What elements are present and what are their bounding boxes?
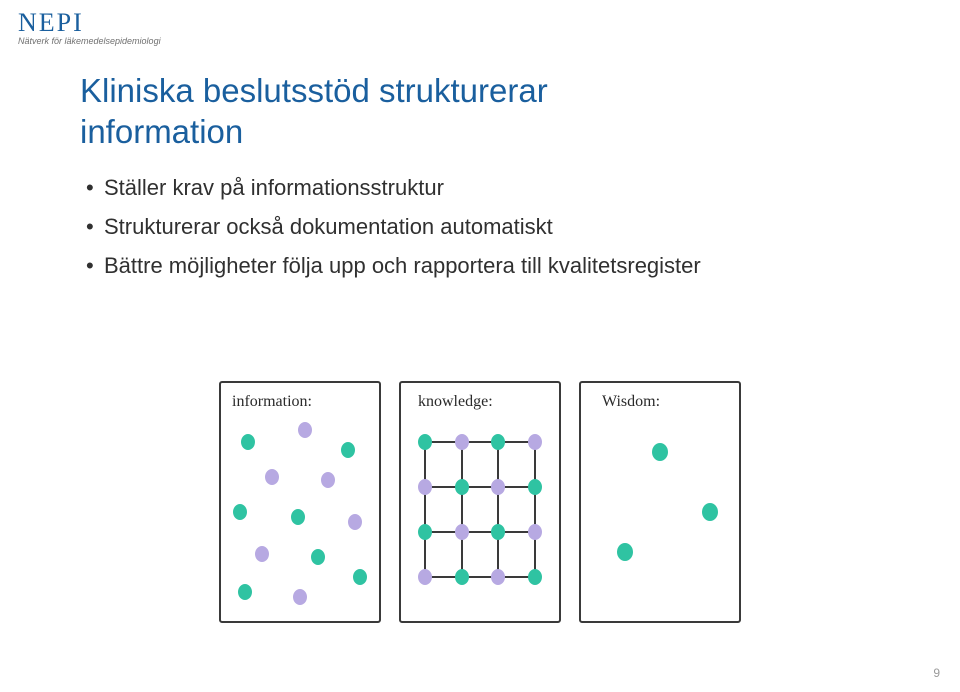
bullet-item: Strukturerar också dokumentation automat… — [86, 210, 880, 243]
slide-title: Kliniska beslutsstöd strukturerar inform… — [80, 70, 880, 153]
dikw-illustration: information: knowledge: — [210, 372, 750, 632]
logo-text: NEPI — [18, 8, 161, 38]
page-number: 9 — [933, 666, 940, 680]
panel-wisdom: Wisdom: — [580, 382, 740, 622]
panel-label-knowledge: knowledge: — [418, 393, 493, 410]
title-line-1: Kliniska beslutsstöd strukturerar — [80, 72, 548, 109]
title-line-2: information — [80, 113, 243, 150]
panel-information: information: — [220, 382, 380, 622]
panel-label-wisdom: Wisdom: — [602, 393, 660, 410]
bullet-list: Ställer krav på informationsstruktur Str… — [80, 171, 880, 282]
slide-header: NEPI Nätverk för läkemedelsepidemiologi — [18, 8, 161, 46]
slide-content: Kliniska beslutsstöd strukturerar inform… — [80, 70, 880, 288]
panel-knowledge: knowledge: — [400, 382, 560, 622]
tagline-text: Nätverk för läkemedelsepidemiologi — [18, 36, 161, 46]
bullet-item: Ställer krav på informationsstruktur — [86, 171, 880, 204]
bullet-item: Bättre möjligheter följa upp och rapport… — [86, 249, 880, 282]
panel-label-information: information: — [232, 393, 312, 410]
